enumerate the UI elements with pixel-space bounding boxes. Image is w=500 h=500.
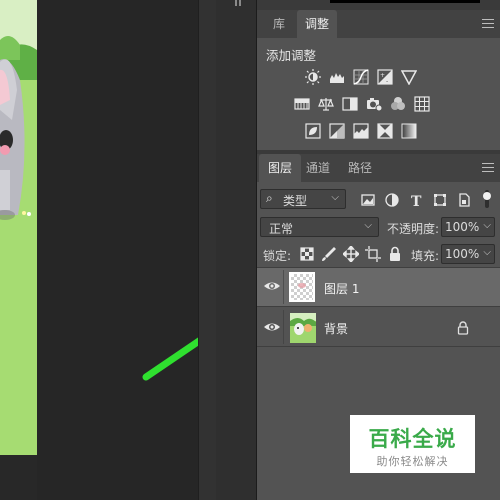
collapse-grip-icon[interactable]: [239, 0, 241, 6]
posterize-icon[interactable]: [329, 123, 345, 139]
cartoon-rabbit-illustration: [0, 0, 37, 455]
canvas-image[interactable]: [0, 0, 37, 455]
fill-label: 填充:: [411, 249, 440, 263]
watermark-subtitle: 助你轻松解决: [376, 455, 449, 468]
adjustment-layer-filter-icon[interactable]: [384, 192, 400, 208]
tab-libraries[interactable]: 库: [259, 10, 299, 38]
opacity-field[interactable]: 100% ⌵: [441, 217, 495, 237]
watermark-title: 百科全说: [368, 427, 457, 451]
photo-filter-icon[interactable]: [366, 96, 382, 112]
blend-mode-dropdown[interactable]: 正常 ⌵: [260, 217, 379, 237]
svg-text:+: +: [380, 72, 385, 79]
tab-adjustments[interactable]: 调整: [297, 10, 337, 38]
lock-all-icon[interactable]: [387, 246, 403, 262]
opacity-label: 不透明度:: [387, 222, 440, 236]
fill-field[interactable]: 100% ⌵: [441, 244, 495, 264]
layer-thumbnail[interactable]: [290, 313, 316, 343]
channel-mixer-icon[interactable]: [390, 96, 406, 112]
top-color-bar: [330, 0, 480, 3]
threshold-icon[interactable]: [353, 123, 369, 139]
exposure-icon[interactable]: + -: [377, 69, 393, 85]
chevron-down-icon: ⌵: [364, 220, 372, 231]
layer-row-layer-1[interactable]: 图层 1: [257, 268, 500, 307]
adjustments-tab-bar: 库 调整: [257, 10, 500, 38]
layer-row-background[interactable]: 背景: [257, 308, 500, 347]
tab-layers[interactable]: 图层: [259, 154, 301, 182]
black-white-icon[interactable]: [342, 96, 358, 112]
gradient-map-icon[interactable]: [401, 123, 417, 139]
fill-value: 100%: [445, 247, 480, 261]
blend-mode-value: 正常: [269, 222, 294, 236]
type-layer-filter-icon[interactable]: T: [408, 192, 424, 208]
hue-saturation-icon[interactable]: [294, 96, 310, 112]
collapsed-panel-column[interactable]: [216, 0, 257, 500]
invert-icon[interactable]: [305, 123, 321, 139]
lock-transparent-pixels-icon[interactable]: [299, 246, 315, 262]
lock-artboard-icon[interactable]: [365, 246, 381, 262]
chevron-down-icon[interactable]: ⌵: [483, 220, 491, 231]
smart-object-filter-icon[interactable]: [456, 192, 472, 208]
filter-toggle-switch[interactable]: [482, 190, 492, 208]
chevron-down-icon[interactable]: ⌵: [483, 247, 491, 258]
brightness-contrast-icon[interactable]: [305, 69, 321, 85]
shape-layer-filter-icon[interactable]: [432, 192, 448, 208]
svg-text:T: T: [411, 194, 422, 208]
tab-paths[interactable]: 路径: [339, 154, 381, 182]
lock-image-pixels-icon[interactable]: [321, 246, 337, 262]
opacity-value: 100%: [445, 220, 480, 234]
canvas-pasteboard: [37, 0, 198, 500]
layer-name[interactable]: 背景: [324, 320, 348, 337]
lock-position-icon[interactable]: [343, 246, 359, 262]
layer-filter-dropdown[interactable]: ⌕ 类型 ⌵: [260, 189, 346, 209]
search-icon: ⌕: [266, 191, 273, 205]
curves-icon[interactable]: [353, 69, 369, 85]
eye-icon[interactable]: [262, 276, 282, 296]
eye-icon[interactable]: [262, 317, 282, 337]
collapse-grip-icon[interactable]: [235, 0, 237, 6]
selective-color-icon[interactable]: [377, 123, 393, 139]
color-lookup-icon[interactable]: [414, 96, 430, 112]
color-balance-icon[interactable]: [318, 96, 334, 112]
panel-menu-icon[interactable]: [482, 19, 494, 29]
pixel-layer-filter-icon[interactable]: [360, 192, 376, 208]
levels-icon[interactable]: [329, 69, 345, 85]
panel-menu-icon[interactable]: [482, 163, 494, 173]
vibrance-icon[interactable]: [401, 69, 417, 85]
layers-tab-bar: 图层 通道 路径: [257, 154, 500, 182]
layer-name[interactable]: 图层 1: [324, 280, 359, 297]
watermark-logo: 百科全说 助你轻松解决: [350, 415, 475, 473]
tab-channels[interactable]: 通道: [297, 154, 339, 182]
layer-thumbnail[interactable]: [289, 272, 315, 302]
lock-icon: [457, 320, 469, 335]
lock-label: 锁定:: [263, 249, 292, 263]
svg-text:-: -: [386, 78, 388, 85]
panel-divider[interactable]: [198, 0, 218, 500]
layer-filter-label: 类型: [283, 194, 308, 208]
adjustments-heading: 添加调整: [266, 48, 317, 63]
chevron-down-icon: ⌵: [331, 192, 339, 203]
